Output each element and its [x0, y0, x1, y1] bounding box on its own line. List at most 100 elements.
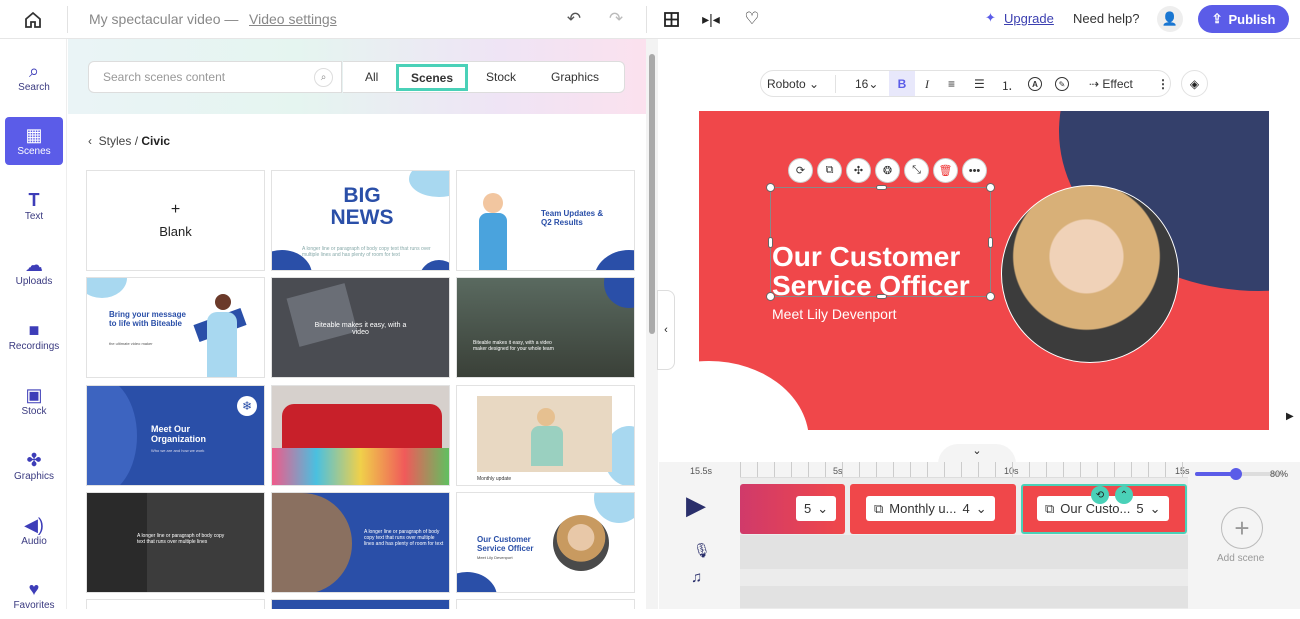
bold-button[interactable]: B: [889, 71, 915, 96]
duplicate-icon[interactable]: ⧉: [817, 158, 842, 183]
scene-tile-big-news[interactable]: BIG NEWS A longer line or paragraph of b…: [271, 170, 450, 271]
align-icon[interactable]: ≡: [948, 77, 955, 91]
tick-label: 15.5s: [690, 466, 713, 476]
scene-tile-office[interactable]: A longer line or paragraph of body copy …: [86, 492, 265, 593]
video-title[interactable]: My spectacular video —: [89, 11, 238, 27]
left-rail: ⌕ Search ▦ Scenes T Text ☁ Uploads ■ Recordin…: [0, 39, 67, 611]
replace-icon[interactable]: ⟳: [788, 158, 813, 183]
chevron-up-icon[interactable]: ⌃: [1115, 486, 1133, 504]
transition-icon[interactable]: ⟲: [1091, 486, 1109, 504]
tab-graphics[interactable]: Graphics: [551, 70, 599, 84]
scenes-panel: Search scenes content ⌕ All Scenes Stock…: [68, 39, 646, 609]
tab-scenes[interactable]: Scenes: [396, 64, 469, 91]
rail-item-text[interactable]: T Text: [5, 182, 63, 230]
play-button[interactable]: ▶: [686, 490, 706, 521]
animate-icon[interactable]: ✣: [846, 158, 871, 183]
home-icon[interactable]: [22, 9, 44, 31]
scene-tile-blank[interactable]: + Blank: [86, 170, 265, 271]
chevron-left-icon[interactable]: ‹: [88, 134, 92, 148]
favorite-heart-icon[interactable]: ♡: [742, 9, 762, 29]
italic-button[interactable]: I: [925, 77, 929, 92]
subtitle-text[interactable]: Meet Lily Devenport: [772, 306, 897, 322]
rail-item-graphics[interactable]: ✤ Graphics: [5, 442, 63, 490]
profile-photo[interactable]: [1001, 185, 1179, 363]
scene-tile-biteable-team[interactable]: Biteable makes it easy, with a video mak…: [456, 277, 635, 378]
zoom-slider-handle[interactable]: [1229, 468, 1242, 480]
scene-tile-team-hands[interactable]: A longer line or paragraph of body copy …: [271, 492, 450, 593]
rail-item-search[interactable]: ⌕ Search: [5, 53, 63, 101]
music-icon[interactable]: ♫: [691, 569, 702, 586]
stock-icon: ▣: [25, 385, 43, 405]
search-icon[interactable]: ⌕: [314, 68, 333, 87]
rail-item-audio[interactable]: ◀) Audio: [5, 507, 63, 555]
breadcrumb-styles[interactable]: Styles: [99, 134, 132, 148]
font-select[interactable]: Roboto ⌄: [767, 77, 819, 91]
microphone-icon[interactable]: 🎙: [693, 542, 711, 559]
add-scene-button[interactable]: +: [1221, 507, 1263, 549]
tab-all[interactable]: All: [365, 70, 378, 84]
publish-button[interactable]: ⇪ Publish: [1198, 5, 1289, 33]
top-bar: My spectacular video — Video settings ↶ …: [0, 0, 1300, 39]
scene-tile-monthly-update[interactable]: Monthly update: [456, 385, 635, 486]
divider: [67, 6, 68, 33]
scene-tile-team-photo[interactable]: [271, 385, 450, 486]
rail-item-uploads[interactable]: ☁ Uploads: [5, 247, 63, 295]
search-scenes-input[interactable]: Search scenes content ⌕: [88, 61, 342, 93]
effects-icon[interactable]: ❂: [875, 158, 900, 183]
add-scene-label: Add scene: [1217, 553, 1265, 564]
timeline-clip-2[interactable]: ⧉ Monthly u... 4 ⌄: [850, 484, 1016, 534]
sparkle-icon: ✦: [985, 10, 996, 25]
text-color-icon[interactable]: A: [1028, 77, 1042, 91]
play-small-icon[interactable]: ▶: [1286, 411, 1294, 422]
delete-icon[interactable]: 🗑: [933, 158, 958, 183]
add-user-icon[interactable]: 👤: [1157, 6, 1183, 32]
scene-tile-biteable-easy[interactable]: Biteable makes it easy, with a video: [271, 277, 450, 378]
scene-tile[interactable]: [456, 599, 635, 609]
effect-button[interactable]: ⇢ Effect: [1089, 77, 1133, 91]
font-size-select[interactable]: 16⌄: [855, 77, 878, 91]
resize-icon[interactable]: ⤡: [904, 158, 929, 183]
headline-text[interactable]: Our Customer Service Officer: [772, 242, 970, 300]
numbered-list-icon[interactable]: ⒈: [1001, 77, 1013, 94]
rail-item-recordings[interactable]: ■ Recordings: [5, 312, 63, 360]
bullet-list-icon[interactable]: ☰: [974, 77, 985, 91]
rail-item-scenes[interactable]: ▦ Scenes: [5, 117, 63, 165]
undo-icon[interactable]: ↶: [563, 9, 585, 29]
more-options-icon[interactable]: ⋮: [1157, 77, 1169, 91]
grid-icon[interactable]: [661, 9, 681, 29]
panel-tabs: All Scenes Stock Graphics: [343, 61, 625, 93]
upload-icon: ☁: [25, 255, 43, 275]
divider: [646, 6, 647, 33]
video-settings-link[interactable]: Video settings: [249, 11, 337, 27]
chevron-left-icon: ‹: [664, 324, 668, 336]
scene-tile[interactable]: [271, 599, 450, 609]
highlight-icon[interactable]: ✎: [1055, 77, 1069, 91]
scene-tile-meet-organization[interactable]: Meet Our Organization Who we are and how…: [86, 385, 265, 486]
breadcrumb: ‹ Styles / Civic: [88, 134, 171, 148]
rail-item-stock[interactable]: ▣ Stock: [5, 377, 63, 425]
scene-tile[interactable]: [86, 599, 265, 609]
publish-icon: ⇪: [1211, 11, 1223, 26]
upgrade-link[interactable]: Upgrade: [1004, 11, 1054, 26]
layers-icon[interactable]: ◈: [1181, 70, 1208, 97]
collapse-panel-button[interactable]: ‹: [657, 290, 675, 370]
search-icon: ⌕: [28, 61, 40, 81]
clip-chip[interactable]: ⧉ Monthly u... 4 ⌄: [866, 496, 995, 521]
more-icon[interactable]: •••: [962, 158, 987, 183]
zoom-value: 80%: [1270, 469, 1289, 479]
scene-tile-bring-message[interactable]: Bring your message to life with Biteable…: [86, 277, 265, 378]
rail-item-favorites[interactable]: ♥ Favorites: [5, 571, 63, 619]
graphics-icon: ✤: [26, 450, 42, 470]
timeline-clip-1[interactable]: 5 ⌄: [740, 484, 845, 534]
format-toolbar: Roboto ⌄ 16⌄ B I ≡ ☰ ⒈ A ✎ ⇢ Effect ⋮: [760, 70, 1171, 97]
clip-count-select[interactable]: 5 ⌄: [796, 496, 837, 521]
timeline-ruler: [740, 462, 1188, 478]
scene-tile-team-updates[interactable]: Team Updates & Q2 Results: [456, 170, 635, 271]
redo-icon[interactable]: ↷: [605, 9, 627, 29]
audio-icon: ◀): [24, 515, 44, 535]
scene-tile-customer-officer[interactable]: Our Customer Service Officer Meet Lily D…: [456, 492, 635, 593]
expand-timeline-icon[interactable]: ⌄: [938, 444, 1016, 464]
tab-stock[interactable]: Stock: [486, 70, 516, 84]
split-icon[interactable]: ▸|◂: [701, 9, 721, 29]
help-link[interactable]: Need help?: [1073, 11, 1140, 26]
